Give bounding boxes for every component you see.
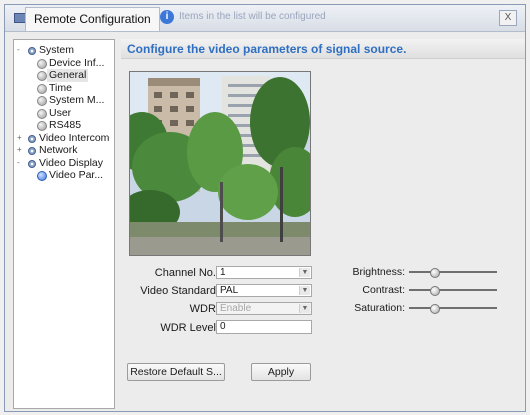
contrast-slider[interactable] [409, 286, 497, 296]
tree-item-label: User [49, 106, 72, 119]
tree-item-video-par[interactable]: Video Par... [14, 169, 114, 182]
info-icon: i [160, 10, 174, 24]
expand-toggle-icon[interactable]: + [17, 132, 25, 145]
tree-item-label: Time [49, 81, 72, 94]
tree-item-rs485[interactable]: RS485 [14, 119, 114, 132]
gear-icon [27, 159, 36, 168]
tree-item-label: Network [39, 144, 78, 156]
tree-item-label: System [39, 44, 75, 56]
wdr-select[interactable]: Enable ▼ [216, 302, 312, 315]
tree-item-label: Device Inf... [49, 56, 105, 69]
tree-item-system-m[interactable]: System M... [14, 94, 114, 107]
radio-dot-icon [37, 108, 47, 119]
channel-value: 1 [220, 267, 226, 278]
gear-icon [27, 146, 36, 155]
tree-item-video-intercom[interactable]: + Video Intercom [14, 132, 114, 145]
wdr-value: Enable [220, 303, 252, 314]
radio-dot-icon [37, 121, 47, 131]
tree-item-network[interactable]: + Network [14, 144, 114, 157]
config-tree: - System Device Inf... General Time System M.… [13, 39, 115, 409]
tree-item-time[interactable]: Time [14, 82, 114, 95]
saturation-slider[interactable] [409, 304, 497, 314]
window-tab[interactable]: Remote Configuration [25, 7, 160, 31]
expand-toggle-icon[interactable]: - [17, 44, 25, 57]
chevron-down-icon: ▼ [299, 286, 310, 295]
apply-button[interactable]: Apply [251, 363, 311, 381]
tree-item-video-display[interactable]: - Video Display [14, 157, 114, 170]
video-standard-label: Video Standard: [140, 285, 219, 297]
radio-dot-icon [37, 58, 47, 69]
radio-dot-icon [37, 96, 47, 106]
restore-default-button[interactable]: Restore Default S... [127, 363, 225, 381]
title-bar: Remote Configuration i Items in the list… [5, 5, 525, 32]
wdr-label: WDR: [189, 303, 219, 315]
tree-item-label: Video Intercom [39, 131, 110, 144]
contrast-slider-thumb[interactable] [430, 286, 441, 296]
tree-item-system[interactable]: - System [14, 44, 114, 57]
contrast-label: Contrast: [362, 284, 405, 296]
main-panel: Configure the video parameters of signal… [121, 39, 525, 409]
saturation-slider-thumb[interactable] [430, 304, 441, 314]
wdr-level-input[interactable]: 0 [216, 320, 312, 334]
saturation-label: Saturation: [354, 302, 405, 314]
radio-dot-icon [37, 83, 47, 94]
tree-item-user[interactable]: User [14, 107, 114, 120]
page-title: Configure the video parameters of signal… [121, 39, 525, 59]
tree-item-device-inf[interactable]: Device Inf... [14, 57, 114, 70]
brightness-label: Brightness: [352, 266, 405, 278]
channel-label: Channel No.: [154, 267, 219, 279]
expand-toggle-icon[interactable]: + [17, 144, 25, 157]
gear-icon [27, 46, 36, 55]
tree-item-label: System M... [49, 94, 105, 106]
hint-text: Items in the list will be configured [179, 11, 326, 22]
tree-item-label: Video Par... [49, 169, 104, 181]
radio-dot-icon [37, 71, 47, 81]
video-preview-image [130, 72, 310, 255]
gear-icon [27, 134, 36, 143]
wdr-level-label: WDR Level: [160, 322, 219, 334]
chevron-down-icon: ▼ [299, 304, 310, 313]
video-standard-select[interactable]: PAL ▼ [216, 284, 312, 297]
radio-dot-icon [37, 171, 47, 181]
tree-item-label: Video Display [39, 156, 104, 169]
expand-toggle-icon[interactable]: - [17, 157, 25, 170]
brightness-slider-thumb[interactable] [430, 268, 441, 278]
tree-item-label: General [47, 69, 89, 82]
remote-configuration-window: Remote Configuration i Items in the list… [4, 4, 526, 412]
brightness-slider[interactable] [409, 268, 497, 278]
tree-item-label: RS485 [49, 119, 82, 131]
close-button[interactable]: X [499, 10, 517, 26]
tree-item-general[interactable]: General [14, 69, 114, 82]
channel-select[interactable]: 1 ▼ [216, 266, 312, 279]
video-standard-value: PAL [220, 285, 239, 296]
chevron-down-icon: ▼ [299, 268, 310, 277]
video-preview [129, 71, 311, 256]
